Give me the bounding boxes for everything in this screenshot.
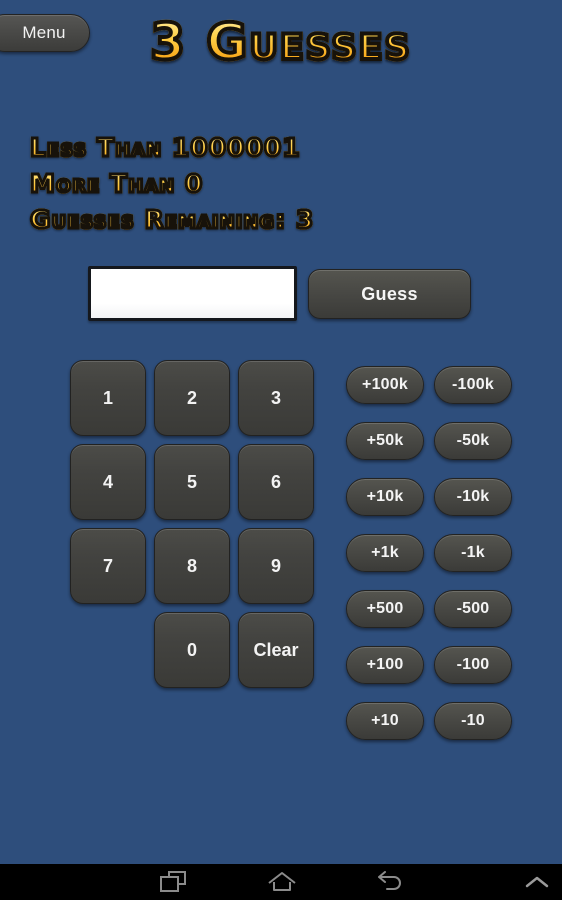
guess-button-label: Guess bbox=[361, 283, 418, 304]
increment-minus-10[interactable]: -10 bbox=[434, 702, 512, 740]
increment-plus-100[interactable]: +100 bbox=[346, 646, 424, 684]
key-clear[interactable]: Clear bbox=[238, 612, 314, 688]
increment-minus-500[interactable]: -500 bbox=[434, 590, 512, 628]
increment-minus-100k[interactable]: -100k bbox=[434, 366, 512, 404]
key-5[interactable]: 5 bbox=[154, 444, 230, 520]
status-guesses-remaining: Guesses Remaining: 3 bbox=[28, 202, 314, 238]
increment-plus-50k[interactable]: +50k bbox=[346, 422, 424, 460]
home-icon[interactable] bbox=[249, 864, 315, 900]
increment-plus-100k[interactable]: +100k bbox=[346, 366, 424, 404]
key-8[interactable]: 8 bbox=[154, 528, 230, 604]
page-title: 3 Guesses bbox=[0, 12, 562, 72]
app-root: Menu 3 Guesses Less Than 1000001 More Th… bbox=[0, 0, 562, 900]
key-7[interactable]: 7 bbox=[70, 528, 146, 604]
key-0[interactable]: 0 bbox=[154, 612, 230, 688]
increment-keypad: +100k -100k +50k -50k +10k -10k +1k -1k +500 -500… bbox=[346, 366, 512, 740]
key-3[interactable]: 3 bbox=[238, 360, 314, 436]
guess-button[interactable]: Guess bbox=[308, 269, 471, 319]
increment-plus-10k[interactable]: +10k bbox=[346, 478, 424, 516]
increment-plus-10[interactable]: +10 bbox=[346, 702, 424, 740]
recents-icon[interactable] bbox=[140, 864, 206, 900]
key-4[interactable]: 4 bbox=[70, 444, 146, 520]
status-less-than: Less Than 1000001 bbox=[28, 130, 314, 166]
game-screen: Menu 3 Guesses Less Than 1000001 More Th… bbox=[0, 0, 562, 864]
status-more-than: More Than 0 bbox=[28, 166, 314, 202]
key-blank bbox=[70, 612, 146, 688]
key-1[interactable]: 1 bbox=[70, 360, 146, 436]
numeric-keypad: 1 2 3 4 5 6 7 8 9 0 Clear bbox=[70, 360, 314, 688]
increment-plus-500[interactable]: +500 bbox=[346, 590, 424, 628]
increment-minus-1k[interactable]: -1k bbox=[434, 534, 512, 572]
key-2[interactable]: 2 bbox=[154, 360, 230, 436]
key-9[interactable]: 9 bbox=[238, 528, 314, 604]
increment-plus-1k[interactable]: +1k bbox=[346, 534, 424, 572]
status-block: Less Than 1000001 More Than 0 Guesses Re… bbox=[28, 130, 314, 238]
key-6[interactable]: 6 bbox=[238, 444, 314, 520]
back-icon[interactable] bbox=[358, 864, 424, 900]
guess-input[interactable] bbox=[88, 266, 297, 321]
increment-minus-10k[interactable]: -10k bbox=[434, 478, 512, 516]
android-navigation-bar bbox=[0, 864, 562, 900]
chevron-up-icon[interactable] bbox=[512, 864, 562, 900]
increment-minus-100[interactable]: -100 bbox=[434, 646, 512, 684]
increment-minus-50k[interactable]: -50k bbox=[434, 422, 512, 460]
